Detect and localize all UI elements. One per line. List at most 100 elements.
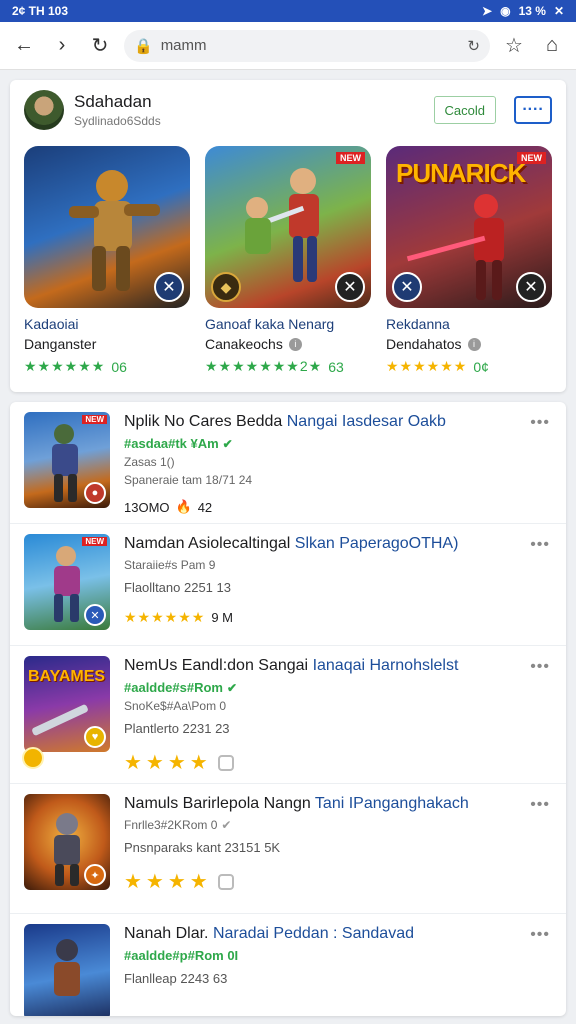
featured-item[interactable]: PUNARICK NEW ✕ ✕ Rekdanna Dendahatos i ★… bbox=[386, 146, 552, 375]
address-bar[interactable]: 🔒 mamm ↻ bbox=[124, 29, 490, 62]
back-arrow-icon: ← bbox=[14, 34, 34, 56]
app-category: #aaldde#p#Rom 0I bbox=[124, 948, 239, 963]
featured-title[interactable]: Kadaoiai bbox=[24, 316, 190, 332]
forward-button[interactable]: › bbox=[48, 32, 76, 60]
app-meta: Pnsnparaks kant 23151 5K bbox=[124, 840, 281, 855]
app-meta: Flaolltano 2251 13 bbox=[124, 580, 231, 595]
page-content: Sdahadan Sydlinado6Sdds Cacold ···· ✕ Ka… bbox=[0, 72, 576, 1024]
app-thumbnail[interactable]: BAYAMES ♥ bbox=[24, 656, 110, 752]
cancel-button[interactable]: Cacold bbox=[433, 96, 496, 124]
featured-tag: NEW bbox=[336, 152, 365, 164]
app-meta: Flanlleap 2243 63 bbox=[124, 971, 228, 986]
app-thumbnail[interactable]: NEW ● bbox=[24, 412, 110, 508]
list-item[interactable]: ✦ Namuls Barirlepola Nangn Tani IPangang… bbox=[10, 784, 566, 914]
app-meta: Plantlerto 2231 23 bbox=[124, 721, 230, 736]
status-icons: ➤ ◉ 13 % ✕ bbox=[482, 4, 564, 18]
featured-developer-name: Canakeochs bbox=[205, 336, 283, 352]
developer-name[interactable]: Sdahadan bbox=[74, 92, 424, 112]
info-icon[interactable]: i bbox=[288, 337, 302, 351]
app-title[interactable]: Namuls Barirlepola Nangn bbox=[124, 795, 311, 812]
app-category: #asdaa#tk ¥Am bbox=[124, 436, 219, 451]
forward-chevron-icon: › bbox=[58, 34, 66, 56]
app-publisher[interactable]: Ianaqai Harnohslelst bbox=[313, 657, 459, 674]
shield-icon bbox=[217, 754, 234, 771]
app-info: Staraiie#s Pam 9 bbox=[124, 558, 216, 572]
featured-image[interactable]: ✕ bbox=[24, 146, 190, 308]
star-icon: ☆ bbox=[505, 35, 523, 57]
featured-rating: ★★★★★★★2★ 63 bbox=[205, 358, 371, 375]
developer-header: Sdahadan Sydlinado6Sdds Cacold ···· bbox=[24, 88, 552, 132]
app-publisher[interactable]: Naradai Peddan : Sandavad bbox=[213, 925, 414, 942]
app-badge-icon: ● bbox=[84, 482, 106, 504]
app-title[interactable]: Nanah Dlar. bbox=[124, 925, 209, 942]
more-button[interactable]: ···· bbox=[514, 96, 552, 124]
list-item[interactable]: NEW ● Nplik No Cares Bedda Nangai Iasdes… bbox=[10, 402, 566, 524]
app-badge-icon: ✦ bbox=[84, 864, 106, 886]
list-item[interactable]: NEW ✕ Namdan Asiolecaltingal Slkan Paper… bbox=[10, 524, 566, 646]
featured-rating: ★★★★★★ 06 bbox=[24, 358, 190, 375]
tools-badge-icon: ✕ bbox=[154, 272, 184, 302]
refresh-icon[interactable]: ↻ bbox=[467, 37, 480, 55]
rating-stars: ★★★★★★ bbox=[386, 358, 468, 374]
featured-developer: Dendahatos i bbox=[386, 336, 552, 352]
app-thumbnail[interactable] bbox=[24, 924, 110, 1016]
app-title[interactable]: Nplik No Cares Bedda bbox=[124, 413, 282, 430]
app-publisher[interactable]: Slkan PaperagoOTHA) bbox=[295, 535, 459, 552]
app-list: NEW ● Nplik No Cares Bedda Nangai Iasdes… bbox=[10, 402, 566, 1016]
app-badge-icon: ♥ bbox=[84, 726, 106, 748]
developer-avatar[interactable] bbox=[24, 90, 64, 130]
tools-badge-icon: ✕ bbox=[335, 272, 365, 302]
tools-badge-icon: ✕ bbox=[516, 272, 546, 302]
app-meta: Spaneraie tam 18/71 24 bbox=[124, 473, 253, 487]
app-info: Zasas 1() bbox=[124, 455, 175, 469]
app-thumbnail[interactable]: NEW ✕ bbox=[24, 534, 110, 630]
app-badge-icon: ✕ bbox=[84, 604, 106, 626]
status-time: 2¢ TH 103 bbox=[12, 4, 69, 18]
reload-icon: ↻ bbox=[91, 35, 109, 57]
more-options-icon[interactable]: ••• bbox=[530, 536, 550, 554]
star-button[interactable]: ☆ bbox=[500, 32, 528, 60]
status-bar: 2¢ TH 103 ➤ ◉ 13 % ✕ bbox=[0, 0, 576, 22]
featured-item[interactable]: NEW ◆ ✕ Ganoaf kaka Nenarg Canakeochs i … bbox=[205, 146, 371, 375]
app-thumbnail[interactable]: ✦ bbox=[24, 794, 110, 890]
back-button[interactable]: ← bbox=[10, 32, 38, 60]
featured-item[interactable]: ✕ Kadaoiai Danganster ★★★★★★ 06 bbox=[24, 146, 190, 375]
developer-subtitle: Sydlinado6Sdds bbox=[74, 114, 161, 128]
rating-stars: ★★★★★★★2★ bbox=[205, 358, 323, 374]
battery-text: 13 % bbox=[518, 4, 546, 18]
featured-image[interactable]: NEW ◆ ✕ bbox=[205, 146, 371, 308]
list-item[interactable]: BAYAMES ♥ NemUs Eandl:don Sangai Ianaqai… bbox=[10, 646, 566, 784]
more-options-icon[interactable]: ••• bbox=[530, 658, 550, 676]
app-title[interactable]: NemUs Eandl:don Sangai bbox=[124, 657, 308, 674]
app-stars: ★★★★ bbox=[124, 752, 212, 774]
app-rating-text: 9 M bbox=[211, 610, 233, 625]
more-options-icon[interactable]: ••• bbox=[530, 796, 550, 814]
home-button[interactable]: ⌂ bbox=[538, 32, 566, 60]
app-category: #aaldde#s#Rom bbox=[124, 680, 223, 695]
more-options-icon[interactable]: ••• bbox=[530, 926, 550, 944]
featured-title[interactable]: Rekdanna bbox=[386, 316, 552, 332]
home-icon: ⌂ bbox=[545, 34, 559, 56]
list-item[interactable]: Nanah Dlar. Naradai Peddan : Sandavad #a… bbox=[10, 914, 566, 1016]
app-title[interactable]: Namdan Asiolecaltingal bbox=[124, 535, 290, 552]
featured-title[interactable]: Ganoaf kaka Nenarg bbox=[205, 316, 371, 332]
browser-toolbar: ← › ↻ 🔒 mamm ↻ ☆ ⌂ bbox=[0, 22, 576, 70]
rating-value: 06 bbox=[111, 358, 127, 375]
app-stars: ★★★★★★ bbox=[124, 609, 206, 625]
app-publisher[interactable]: Tani IPanganghakach bbox=[315, 795, 469, 812]
verified-icon: ✔ bbox=[221, 818, 232, 832]
lock-icon: 🔒 bbox=[134, 37, 153, 55]
app-publisher[interactable]: Nangai Iasdesar Oakb bbox=[287, 413, 446, 430]
verified-icon: ✔ bbox=[222, 436, 233, 451]
featured-grid: ✕ Kadaoiai Danganster ★★★★★★ 06 NEW ◆ ✕ … bbox=[24, 146, 552, 375]
more-options-icon[interactable]: ••• bbox=[530, 414, 550, 432]
featured-image[interactable]: PUNARICK NEW ✕ ✕ bbox=[386, 146, 552, 308]
reload-button[interactable]: ↻ bbox=[86, 32, 114, 60]
x-icon: ✕ bbox=[553, 4, 564, 18]
featured-developer-name: Dendahatos bbox=[386, 336, 462, 352]
app-stars: ★★★★ bbox=[124, 871, 212, 893]
wifi-icon: ◉ bbox=[500, 4, 511, 18]
info-icon[interactable]: i bbox=[467, 337, 481, 351]
shield-icon bbox=[217, 873, 234, 890]
featured-developer: Danganster bbox=[24, 336, 97, 352]
